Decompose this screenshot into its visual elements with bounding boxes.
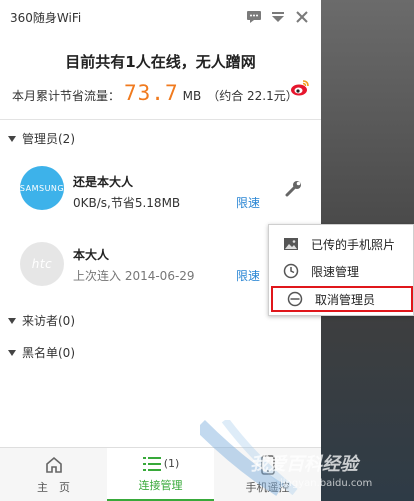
menu-item-label: 取消管理员 [315,292,376,307]
group-visitors-label: 来访者(0) [22,314,75,328]
device-avatar: htc [20,242,64,286]
device-row[interactable]: SAMSUNG 还是本大人 0KB/s,节省5.18MB 限速 [0,152,321,222]
list-icon [142,456,161,471]
connection-count: (1) [163,457,180,470]
menu-item-label: 已传的手机照片 [311,237,396,252]
device-avatar: SAMSUNG [20,166,64,210]
menu-dropdown-icon[interactable] [269,9,287,25]
home-icon [45,456,62,473]
device-name: 本大人 [73,248,110,262]
tab-connection[interactable]: (1) 连接管理 [107,448,214,501]
expand-triangle-icon [8,135,16,142]
expand-triangle-icon [8,349,16,356]
app-title: 360随身WiFi [10,10,82,25]
minus-circle-icon [287,291,303,307]
tab-connection-label: 连接管理 [138,478,183,492]
traffic-value: 73.7 [124,81,179,105]
traffic-summary: 本月累计节省流量： 73.7 MB （约合 22.1元） [12,81,298,105]
tab-home-label: 主 页 [37,481,70,494]
traffic-label: 本月累计节省流量： [12,89,121,103]
limit-speed-link[interactable]: 限速 [236,267,260,284]
device-info: 0KB/s,节省5.18MB [73,196,181,210]
group-admins-label: 管理员(2) [22,132,75,146]
menu-item-label: 限速管理 [311,264,360,279]
context-menu: 已传的手机照片 限速管理 取消管理员 [268,224,414,316]
status-area: 目前共有1人在线，无人蹭网 本月累计节省流量： 73.7 MB （约合 22.1… [0,34,321,120]
group-blacklist[interactable]: 黑名单(0) [8,344,75,361]
device-name: 还是本大人 [73,175,134,189]
close-icon[interactable] [293,9,311,25]
tab-home[interactable]: 主 页 [0,448,107,501]
limit-speed-link[interactable]: 限速 [236,194,260,211]
phone-icon [260,455,275,475]
group-visitors[interactable]: 来访者(0) [8,312,75,329]
wrench-icon[interactable] [285,180,303,198]
traffic-approx: （约合 22.1元） [207,89,298,103]
chat-icon[interactable] [245,9,263,25]
group-admins[interactable]: 管理员(2) [8,130,75,147]
group-blacklist-label: 黑名单(0) [22,346,75,360]
traffic-unit: MB [182,89,202,103]
device-brand: htc [31,257,53,271]
title-bar: 360随身WiFi [0,0,321,34]
weibo-icon[interactable] [290,79,310,97]
tab-remote[interactable]: 手机遥控 [214,448,321,501]
device-info: 上次连入 2014-06-29 [73,269,195,283]
clock-icon [283,263,299,279]
menu-item-speed-limit[interactable]: 限速管理 [269,258,414,284]
expand-triangle-icon [8,317,16,324]
menu-item-photos[interactable]: 已传的手机照片 [269,231,414,257]
image-icon [284,238,298,250]
online-status-text: 目前共有1人在线，无人蹭网 [65,53,256,71]
menu-item-cancel-admin[interactable]: 取消管理员 [271,286,413,312]
device-brand: SAMSUNG [19,183,65,193]
tab-remote-label: 手机遥控 [245,481,290,494]
bottom-tab-bar: 主 页 (1) 连接管理 手机遥控 [0,447,321,501]
